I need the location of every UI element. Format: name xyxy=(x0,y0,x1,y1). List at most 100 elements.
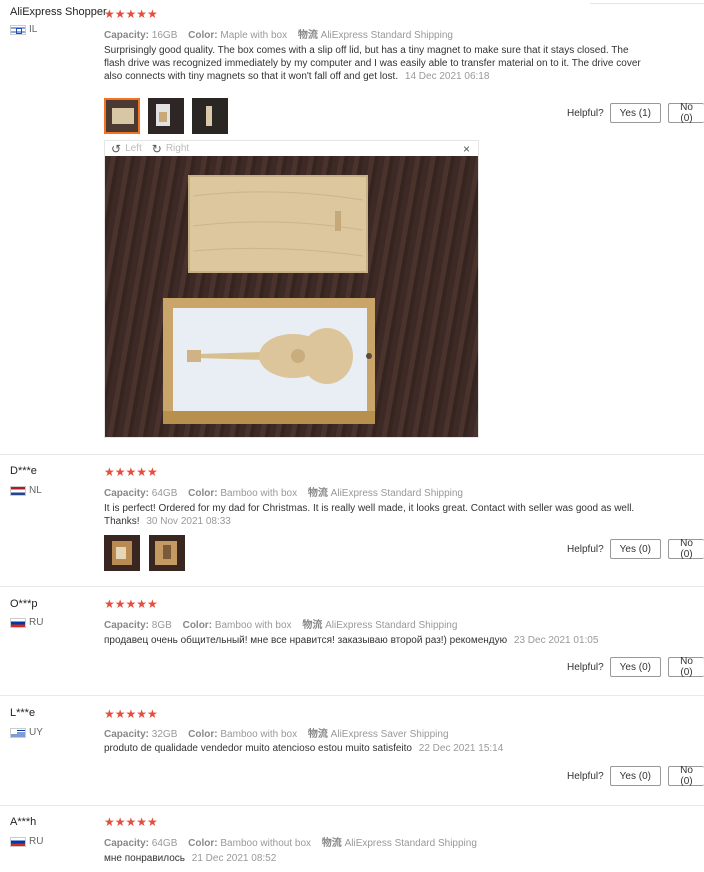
reviewer-country: RU xyxy=(10,617,43,628)
review-thumbnails xyxy=(104,535,185,571)
photo-viewer: ↺ Left ↻ Right × xyxy=(104,140,479,438)
shipping-label: 物流 xyxy=(321,838,342,849)
shipping-label: 物流 xyxy=(302,620,323,631)
shipping-value: AliExpress Saver Shipping xyxy=(330,729,449,740)
country-code: RU xyxy=(29,836,44,847)
helpful-no-button[interactable]: No (0) xyxy=(668,538,704,560)
review-item: L***e UY ★★★★★ Capacity: 32GB Color: Bam… xyxy=(0,695,704,806)
star-rating: ★★★★★ xyxy=(104,597,158,611)
country-code: RU xyxy=(29,617,44,628)
rotate-left-label[interactable]: Left xyxy=(125,143,142,154)
helpful-label: Helpful? xyxy=(566,107,604,119)
netherlands-flag-icon xyxy=(10,485,26,496)
helpful-label: Helpful? xyxy=(566,543,604,555)
helpful-yes-button[interactable]: Yes (1) xyxy=(609,103,661,123)
color-label: Color: xyxy=(188,838,218,849)
helpful-controls: Helpful? Yes (0) No (0) xyxy=(566,538,704,560)
rotate-left-icon[interactable]: ↺ xyxy=(111,142,121,156)
review-date: 23 Dec 2021 01:05 xyxy=(513,635,599,646)
shipping-value: AliExpress Standard Shipping xyxy=(344,838,477,849)
shipping-value: AliExpress Standard Shipping xyxy=(325,620,458,631)
country-code: NL xyxy=(29,485,42,496)
wooden-box-guitar-usb-image xyxy=(163,175,375,424)
reviewer-name: D***e xyxy=(10,465,37,477)
review-text: It is perfect! Ordered for my dad for Ch… xyxy=(104,502,644,528)
reviewer-name: AliExpress Shopper xyxy=(10,6,107,18)
review-date: 30 Nov 2021 08:33 xyxy=(146,516,231,527)
shipping-label: 物流 xyxy=(297,30,318,41)
helpful-yes-button[interactable]: Yes (0) xyxy=(609,657,661,677)
review-photo-thumbnail[interactable] xyxy=(148,98,184,134)
rotate-right-label[interactable]: Right xyxy=(166,143,189,154)
helpful-controls: Helpful? Yes (0) No (0) xyxy=(566,765,704,787)
review-item: D***e NL ★★★★★ Capacity: 64GB Color: Bam… xyxy=(0,454,704,587)
review-date: 21 Dec 2021 08:52 xyxy=(191,853,277,864)
capacity-value: 64GB xyxy=(151,838,178,849)
reviewer-country: IL xyxy=(10,24,37,35)
capacity-label: Capacity: xyxy=(104,838,150,849)
review-text: продавец очень общительный! мне все нрав… xyxy=(104,634,644,647)
color-value: Bamboo with box xyxy=(220,729,298,740)
star-rating: ★★★★★ xyxy=(104,815,158,829)
review-date: 22 Dec 2021 15:14 xyxy=(418,743,504,754)
shipping-value: AliExpress Standard Shipping xyxy=(320,30,453,41)
review-body: Surprisingly good quality. The box comes… xyxy=(104,45,641,82)
rotate-right-icon[interactable]: ↻ xyxy=(152,142,162,156)
helpful-controls: Helpful? Yes (1) No (0) xyxy=(566,102,704,124)
helpful-label: Helpful? xyxy=(566,770,604,782)
review-body: produto de qualidade vendedor muito aten… xyxy=(104,743,412,754)
reviewer-country: NL xyxy=(10,485,42,496)
review-meta: Capacity: 64GB Color: Bamboo with box 物流… xyxy=(104,484,463,499)
review-photo-thumbnail[interactable] xyxy=(104,98,140,134)
israel-flag-icon xyxy=(10,24,26,35)
close-icon[interactable]: × xyxy=(463,142,470,156)
color-label: Color: xyxy=(188,30,218,41)
russia-flag-icon xyxy=(10,617,26,628)
review-text: produto de qualidade vendedor muito aten… xyxy=(104,742,644,755)
russia-flag-icon xyxy=(10,836,26,847)
review-text: мне понравилось 21 Dec 2021 08:52 xyxy=(104,852,644,865)
helpful-yes-button[interactable]: Yes (0) xyxy=(609,539,661,559)
reviewer-country: UY xyxy=(10,727,43,738)
capacity-label: Capacity: xyxy=(104,729,150,740)
helpful-yes-button[interactable]: Yes (0) xyxy=(609,766,661,786)
color-value: Bamboo without box xyxy=(220,838,312,849)
review-meta: Capacity: 16GB Color: Maple with box 物流 … xyxy=(104,26,453,41)
review-item: AliExpress Shopper IL ★★★★★ Capacity: 16… xyxy=(0,0,704,455)
capacity-value: 16GB xyxy=(151,30,178,41)
review-meta: Capacity: 8GB Color: Bamboo with box 物流 … xyxy=(104,616,457,631)
capacity-label: Capacity: xyxy=(104,620,150,631)
review-item: A***h RU ★★★★★ Capacity: 64GB Color: Bam… xyxy=(0,805,704,872)
review-photo-thumbnail[interactable] xyxy=(192,98,228,134)
color-value: Bamboo with box xyxy=(220,488,298,499)
review-meta: Capacity: 32GB Color: Bamboo with box 物流… xyxy=(104,725,449,740)
star-rating: ★★★★★ xyxy=(104,465,158,479)
review-meta: Capacity: 64GB Color: Bamboo without box… xyxy=(104,834,477,849)
helpful-no-button[interactable]: No (0) xyxy=(668,765,704,787)
helpful-label: Helpful? xyxy=(566,661,604,673)
helpful-no-button[interactable]: No (0) xyxy=(668,102,704,124)
reviewer-name: A***h xyxy=(10,816,37,828)
review-item: O***p RU ★★★★★ Capacity: 8GB Color: Bamb… xyxy=(0,586,704,696)
shipping-label: 物流 xyxy=(307,488,328,499)
review-date: 14 Dec 2021 06:18 xyxy=(404,71,490,82)
country-code: UY xyxy=(29,727,43,738)
review-photo-large xyxy=(105,156,478,437)
color-value: Maple with box xyxy=(220,30,288,41)
color-label: Color: xyxy=(188,729,218,740)
review-body: мне понравилось xyxy=(104,853,185,864)
helpful-controls: Helpful? Yes (0) No (0) xyxy=(566,656,704,678)
capacity-value: 64GB xyxy=(151,488,178,499)
helpful-no-button[interactable]: No (0) xyxy=(668,656,704,678)
review-photo-thumbnail[interactable] xyxy=(104,535,140,571)
reviewer-country: RU xyxy=(10,836,43,847)
shipping-value: AliExpress Standard Shipping xyxy=(330,488,463,499)
color-value: Bamboo with box xyxy=(214,620,292,631)
shipping-label: 物流 xyxy=(307,729,328,740)
color-label: Color: xyxy=(182,620,213,631)
viewer-toolbar: ↺ Left ↻ Right xyxy=(105,141,478,156)
capacity-value: 8GB xyxy=(151,620,172,631)
review-photo-thumbnail[interactable] xyxy=(149,535,185,571)
capacity-label: Capacity: xyxy=(104,30,150,41)
review-text: Surprisingly good quality. The box comes… xyxy=(104,44,644,83)
